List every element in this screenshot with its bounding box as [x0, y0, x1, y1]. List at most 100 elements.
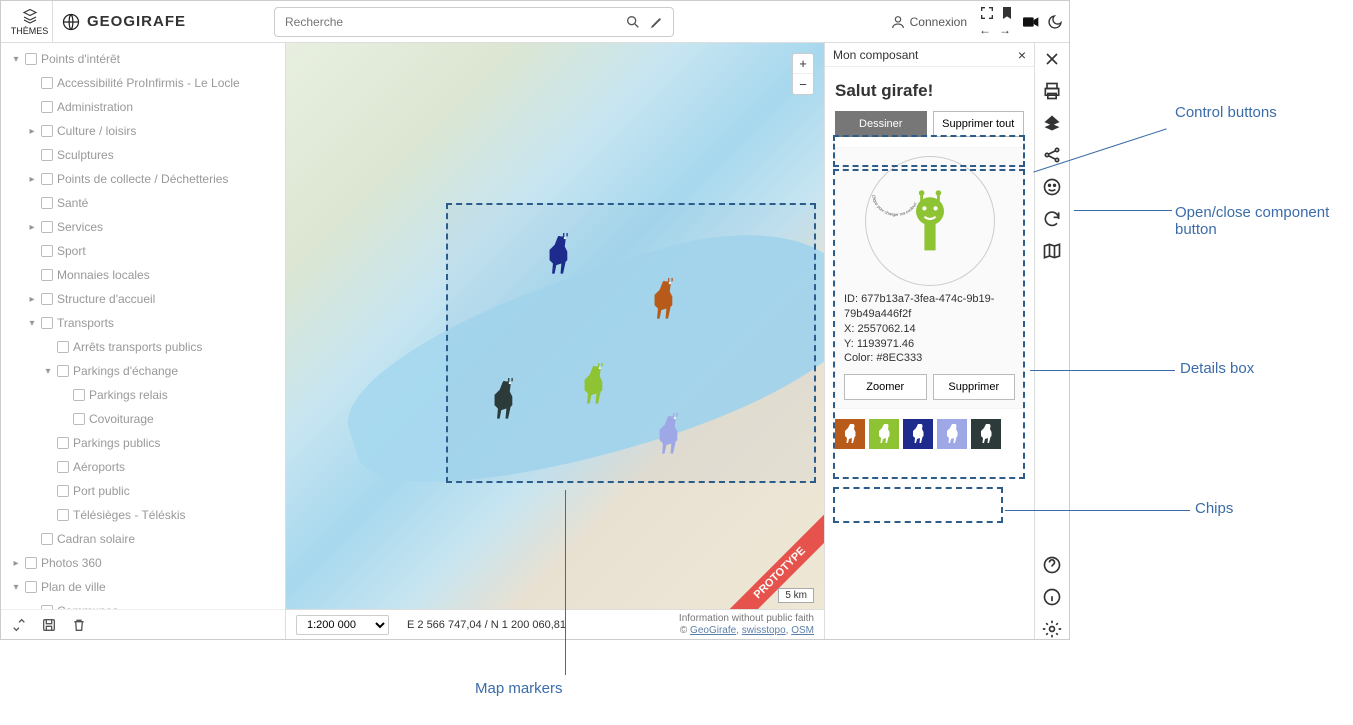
tree-checkbox[interactable] [25, 53, 37, 65]
tree-label: Port public [73, 484, 130, 498]
tree-checkbox[interactable] [41, 197, 53, 209]
map-icon[interactable] [1042, 241, 1062, 261]
tree-row[interactable]: ▸Services [5, 215, 281, 239]
tree-checkbox[interactable] [57, 461, 69, 473]
bookmark-icon[interactable] [999, 5, 1015, 21]
tree-twisty-icon[interactable]: ▸ [27, 174, 37, 185]
tools-icon[interactable] [1042, 49, 1062, 69]
expand-icon[interactable] [11, 617, 27, 633]
tree-checkbox[interactable] [41, 101, 53, 113]
search-input[interactable] [283, 14, 617, 30]
tree-checkbox[interactable] [41, 149, 53, 161]
search-box[interactable] [274, 7, 674, 37]
tree-row[interactable]: Parkings publics [5, 431, 281, 455]
tree-checkbox[interactable] [57, 485, 69, 497]
settings-icon[interactable] [1042, 619, 1062, 639]
layers-icon[interactable] [1042, 113, 1062, 133]
map-marker[interactable] [651, 413, 685, 457]
tree-row[interactable]: Parkings relais [5, 383, 281, 407]
tree-checkbox[interactable] [41, 77, 53, 89]
tree-checkbox[interactable] [57, 437, 69, 449]
tree-row[interactable]: Arrêts transports publics [5, 335, 281, 359]
tree-checkbox[interactable] [41, 533, 53, 545]
tree-row[interactable]: Administration [5, 95, 281, 119]
tree-checkbox[interactable] [41, 269, 53, 281]
tree-twisty-icon[interactable]: ▸ [11, 558, 21, 569]
tree-row[interactable]: ▾Parkings d'échange [5, 359, 281, 383]
tree-checkbox[interactable] [41, 293, 53, 305]
anno-control-buttons: Control buttons [1175, 104, 1277, 121]
tree-twisty-icon[interactable]: ▸ [27, 294, 37, 305]
tree-checkbox[interactable] [73, 413, 85, 425]
tree-checkbox[interactable] [57, 509, 69, 521]
themes-button[interactable]: THÈMES [7, 1, 53, 43]
tree-row[interactable]: ▸Photos 360 [5, 551, 281, 575]
tree-twisty-icon[interactable]: ▸ [27, 222, 37, 233]
scale-select[interactable]: 1:200 000 [296, 615, 389, 635]
tree-row[interactable]: Communes [5, 599, 281, 609]
tree-row[interactable]: Télésièges - Téléskis [5, 503, 281, 527]
tree-twisty-icon[interactable]: ▾ [11, 582, 21, 593]
moon-icon[interactable] [1047, 14, 1063, 30]
tree-checkbox[interactable] [41, 173, 53, 185]
tree-row[interactable]: ▸Structure d'accueil [5, 287, 281, 311]
tree-row[interactable]: ▸Points de collecte / Déchetteries [5, 167, 281, 191]
tree-row[interactable]: Cadran solaire [5, 527, 281, 551]
tree-checkbox[interactable] [25, 581, 37, 593]
forward-icon[interactable]: → [999, 23, 1015, 39]
tree-checkbox[interactable] [73, 389, 85, 401]
header: THÈMES GEOGIRAFE Connexion [1, 1, 1069, 43]
tree-checkbox[interactable] [41, 317, 53, 329]
tree-checkbox[interactable] [41, 245, 53, 257]
tree-checkbox[interactable] [57, 341, 69, 353]
tree-checkbox[interactable] [41, 221, 53, 233]
trash-icon[interactable] [71, 617, 87, 633]
tree-row[interactable]: Port public [5, 479, 281, 503]
close-icon[interactable]: × [1018, 47, 1026, 63]
tree-checkbox[interactable] [25, 557, 37, 569]
layer-tree[interactable]: ▾Points d'intérêtAccessibilité ProInfirm… [1, 43, 285, 609]
tree-twisty-icon[interactable]: ▾ [43, 366, 53, 377]
zoom-out-button[interactable]: − [793, 74, 813, 94]
search-icon[interactable] [625, 14, 641, 30]
login-button[interactable]: Connexion [890, 14, 967, 30]
login-label: Connexion [910, 15, 967, 29]
zoom-in-button[interactable]: + [793, 54, 813, 74]
tree-checkbox[interactable] [57, 365, 69, 377]
attrib-link-2[interactable]: OSM [791, 625, 814, 636]
tree-row[interactable]: ▾Points d'intérêt [5, 47, 281, 71]
info-icon[interactable] [1042, 587, 1062, 607]
pencil-icon[interactable] [649, 14, 665, 30]
help-icon[interactable] [1042, 555, 1062, 575]
fullscreen-icon[interactable] [979, 5, 995, 21]
tree-row[interactable]: ▸Culture / loisirs [5, 119, 281, 143]
tree-row[interactable]: ▾Transports [5, 311, 281, 335]
tree-row[interactable]: Accessibilité ProInfirmis - Le Locle [5, 71, 281, 95]
save-icon[interactable] [41, 617, 57, 633]
tree-twisty-icon[interactable]: ▾ [27, 318, 37, 329]
video-icon[interactable] [1023, 14, 1039, 30]
tree-row[interactable]: Monnaies locales [5, 263, 281, 287]
tree-twisty-icon[interactable]: ▾ [11, 54, 21, 65]
map-marker[interactable] [486, 378, 520, 422]
tree-row[interactable]: Santé [5, 191, 281, 215]
map-marker[interactable] [541, 233, 575, 277]
tree-twisty-icon[interactable]: ▸ [27, 126, 37, 137]
tree-row[interactable]: ▾Plan de ville [5, 575, 281, 599]
tree-row[interactable]: Covoiturage [5, 407, 281, 431]
tree-row[interactable]: Sport [5, 239, 281, 263]
draw-button[interactable]: Dessiner [835, 111, 927, 137]
back-icon[interactable]: ← [979, 23, 995, 39]
map[interactable]: + − PROTOTYPE 5 km 1:200 000 E 2 566 747… [286, 43, 824, 639]
tree-row[interactable]: Sculptures [5, 143, 281, 167]
map-marker[interactable] [576, 363, 610, 407]
attrib-link-0[interactable]: GeoGirafe [690, 625, 736, 636]
attrib-link-1[interactable]: swisstopo [742, 625, 786, 636]
component-icon[interactable] [1042, 177, 1062, 197]
refresh-icon[interactable] [1042, 209, 1062, 229]
map-marker[interactable] [646, 278, 680, 322]
print-icon[interactable] [1042, 81, 1062, 101]
tree-row[interactable]: Aéroports [5, 455, 281, 479]
clear-all-button[interactable]: Supprimer tout [933, 111, 1025, 137]
tree-checkbox[interactable] [41, 125, 53, 137]
